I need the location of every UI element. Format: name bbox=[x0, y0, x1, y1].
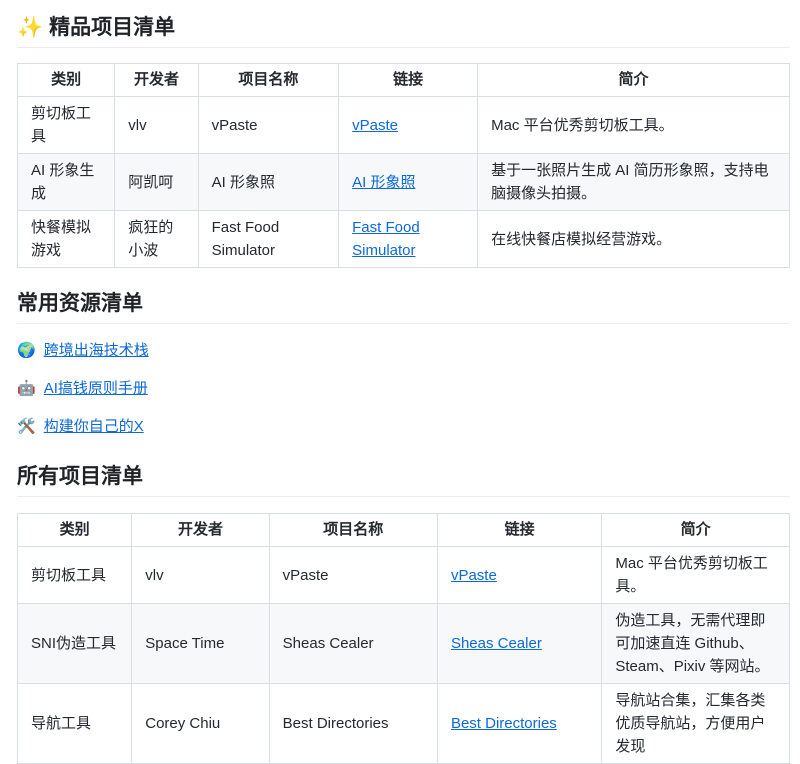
resource-item-ai-money: 🤖 AI搞钱原则手册 bbox=[17, 377, 790, 401]
cell-project-name: vPaste bbox=[269, 547, 437, 604]
cell-category: 快餐模拟游戏 bbox=[18, 211, 115, 268]
all-projects-title: 所有项目清单 bbox=[17, 465, 143, 488]
all-projects-heading: 所有项目清单 bbox=[17, 463, 790, 497]
table-row: 剪切板工具 vlv vPaste vPaste Mac 平台优秀剪切板工具。 bbox=[18, 97, 790, 154]
cell-developer: vlv bbox=[115, 97, 198, 154]
resource-link-build-your-x[interactable]: 构建你自己的X bbox=[44, 418, 144, 435]
col-header-name: 项目名称 bbox=[269, 514, 437, 547]
cell-link: vPaste bbox=[437, 547, 601, 604]
project-link[interactable]: Fast Food Simulator bbox=[352, 219, 420, 259]
cell-link: vPaste bbox=[339, 97, 478, 154]
table-row: AI 形象生成 阿凯呵 AI 形象照 AI 形象照 基于一张照片生成 AI 简历… bbox=[18, 154, 790, 211]
cell-link: Best Directories bbox=[437, 684, 601, 764]
table-row: 快餐模拟游戏 疯狂的小波 Fast Food Simulator Fast Fo… bbox=[18, 211, 790, 268]
cell-project-name: AI 形象照 bbox=[198, 154, 339, 211]
cell-developer: vlv bbox=[132, 547, 269, 604]
cell-intro: 伪造工具，无需代理即可加速直连 Github、Steam、Pixiv 等网站。 bbox=[602, 604, 790, 684]
cell-intro: 在线快餐店模拟经营游戏。 bbox=[478, 211, 790, 268]
table-row: 导航工具 Corey Chiu Best Directories Best Di… bbox=[18, 684, 790, 764]
col-header-link: 链接 bbox=[437, 514, 601, 547]
resource-item-build-your-x: 🛠️ 构建你自己的X bbox=[17, 415, 790, 439]
cell-project-name: vPaste bbox=[198, 97, 339, 154]
project-link[interactable]: Best Directories bbox=[451, 715, 557, 732]
cell-developer: Corey Chiu bbox=[132, 684, 269, 764]
cell-intro: Mac 平台优秀剪切板工具。 bbox=[602, 547, 790, 604]
cell-project-name: Fast Food Simulator bbox=[198, 211, 339, 268]
hammer-wrench-icon: 🛠️ bbox=[17, 418, 36, 435]
col-header-name: 项目名称 bbox=[198, 64, 339, 97]
resources-title: 常用资源清单 bbox=[17, 292, 143, 315]
table-header-row: 类别 开发者 项目名称 链接 简介 bbox=[18, 64, 790, 97]
resource-link-tech-stack[interactable]: 跨境出海技术栈 bbox=[44, 342, 149, 359]
featured-projects-title: 精品项目清单 bbox=[49, 16, 175, 39]
all-projects-table: 类别 开发者 项目名称 链接 简介 剪切板工具 vlv vPaste vPast… bbox=[17, 513, 790, 764]
featured-projects-table: 类别 开发者 项目名称 链接 简介 剪切板工具 vlv vPaste vPast… bbox=[17, 63, 790, 268]
table-row: SNI伪造工具 Space Time Sheas Cealer Sheas Ce… bbox=[18, 604, 790, 684]
table-row: 剪切板工具 vlv vPaste vPaste Mac 平台优秀剪切板工具。 bbox=[18, 547, 790, 604]
cell-developer: 阿凯呵 bbox=[115, 154, 198, 211]
col-header-intro: 简介 bbox=[478, 64, 790, 97]
col-header-link: 链接 bbox=[339, 64, 478, 97]
cell-intro: Mac 平台优秀剪切板工具。 bbox=[478, 97, 790, 154]
resource-link-ai-money[interactable]: AI搞钱原则手册 bbox=[44, 380, 148, 397]
cell-category: 导航工具 bbox=[18, 684, 132, 764]
featured-projects-heading: ✨ 精品项目清单 bbox=[17, 14, 790, 48]
cell-category: AI 形象生成 bbox=[18, 154, 115, 211]
col-header-category: 类别 bbox=[18, 64, 115, 97]
project-link[interactable]: AI 形象照 bbox=[352, 174, 415, 191]
cell-developer: Space Time bbox=[132, 604, 269, 684]
globe-icon: 🌍 bbox=[17, 342, 36, 359]
project-link[interactable]: vPaste bbox=[451, 567, 497, 584]
table-header-row: 类别 开发者 项目名称 链接 简介 bbox=[18, 514, 790, 547]
project-link[interactable]: Sheas Cealer bbox=[451, 635, 542, 652]
cell-developer: 疯狂的小波 bbox=[115, 211, 198, 268]
robot-icon: 🤖 bbox=[17, 380, 36, 397]
project-link[interactable]: vPaste bbox=[352, 117, 398, 134]
col-header-category: 类别 bbox=[18, 514, 132, 547]
resource-item-tech-stack: 🌍 跨境出海技术栈 bbox=[17, 339, 790, 363]
cell-category: 剪切板工具 bbox=[18, 547, 132, 604]
cell-link: Sheas Cealer bbox=[437, 604, 601, 684]
cell-link: AI 形象照 bbox=[339, 154, 478, 211]
resources-list: 🌍 跨境出海技术栈 🤖 AI搞钱原则手册 🛠️ 构建你自己的X bbox=[17, 339, 790, 439]
cell-category: SNI伪造工具 bbox=[18, 604, 132, 684]
cell-intro: 基于一张照片生成 AI 简历形象照，支持电脑摄像头拍摄。 bbox=[478, 154, 790, 211]
cell-intro: 导航站合集，汇集各类优质导航站，方便用户发现 bbox=[602, 684, 790, 764]
cell-category: 剪切板工具 bbox=[18, 97, 115, 154]
cell-project-name: Sheas Cealer bbox=[269, 604, 437, 684]
sparkles-icon: ✨ bbox=[17, 16, 43, 39]
cell-link: Fast Food Simulator bbox=[339, 211, 478, 268]
col-header-developer: 开发者 bbox=[115, 64, 198, 97]
cell-project-name: Best Directories bbox=[269, 684, 437, 764]
col-header-intro: 简介 bbox=[602, 514, 790, 547]
col-header-developer: 开发者 bbox=[132, 514, 269, 547]
resources-heading: 常用资源清单 bbox=[17, 290, 790, 324]
